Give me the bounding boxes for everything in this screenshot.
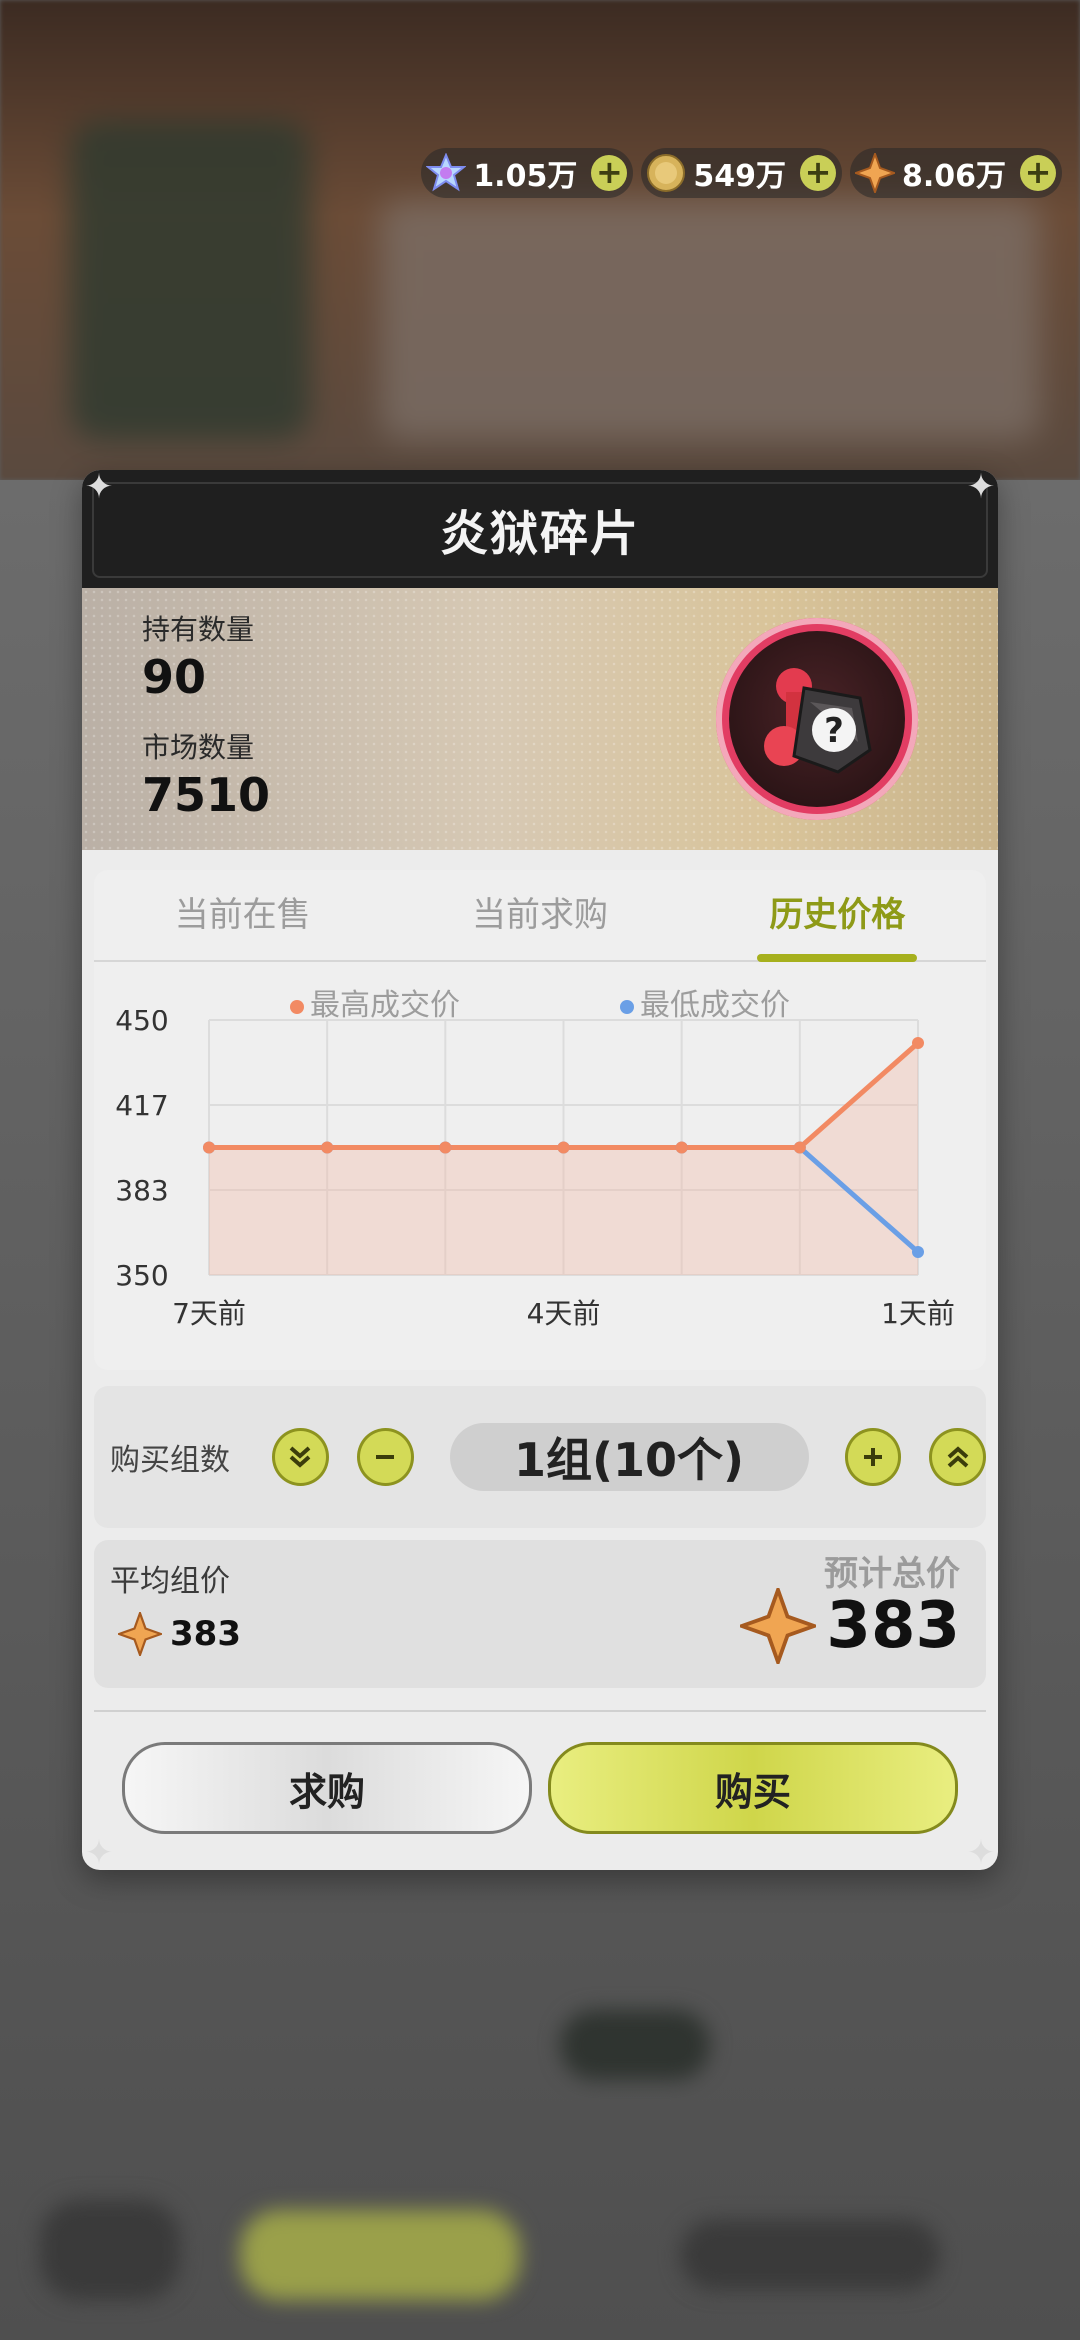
flame-prison-shard-icon: ? <box>729 631 905 807</box>
tab-price-history[interactable]: 历史价格 <box>689 870 986 960</box>
tab-on-sale[interactable]: 当前在售 <box>94 870 391 960</box>
corner-ornament: ✦ <box>84 1833 114 1870</box>
tab-buy-requests[interactable]: 当前求购 <box>391 870 688 960</box>
background-blob <box>560 2010 710 2080</box>
avg-price-value: 383 <box>170 1614 241 1654</box>
crystal-icon <box>425 152 467 194</box>
decrease-max-button[interactable] <box>272 1428 329 1486</box>
high-series-point <box>203 1141 215 1154</box>
request-button[interactable]: 求购 <box>122 1742 532 1834</box>
market-stat: 市场数量 7510 <box>142 726 270 822</box>
buy-button[interactable]: 购买 <box>548 1742 958 1834</box>
avg-price-row: 383 <box>118 1612 241 1656</box>
plus-icon <box>863 1448 882 1466</box>
background-shelf <box>70 120 310 440</box>
high-series-point <box>675 1141 688 1154</box>
y-tick-label: 417 <box>115 1089 168 1122</box>
y-tick-label: 450 <box>115 1010 168 1037</box>
market-value: 7510 <box>142 768 271 822</box>
increase-max-button[interactable] <box>929 1428 987 1486</box>
background-blob <box>680 2220 940 2290</box>
currency-star-shard-value: 8.06万 <box>901 159 1006 194</box>
star-shard-icon <box>118 1612 162 1656</box>
purchase-quantity-row: 购买组数 1组(10个) <box>94 1386 987 1528</box>
x-tick-label: 1天前 <box>881 1297 955 1330</box>
high-series-point <box>793 1141 806 1154</box>
high-series-point <box>321 1141 334 1154</box>
star-shard-icon <box>854 152 896 194</box>
market-label: 市场数量 <box>142 731 255 764</box>
quantity-label: 购买组数 <box>110 1443 230 1478</box>
owned-label: 持有数量 <box>142 613 255 646</box>
y-tick-label: 350 <box>115 1259 168 1292</box>
gold-coin-icon <box>645 152 687 194</box>
owned-stat: 持有数量 90 <box>142 608 254 704</box>
game-background-top <box>0 0 1080 480</box>
owned-value: 90 <box>142 650 207 704</box>
item-info-panel: 持有数量 90 市场数量 7510 ? <box>82 588 998 850</box>
price-history-chart: 450 417 383 3507天前 4天前 1天前 <box>115 1010 955 1330</box>
total-price-value: 383 <box>826 1589 960 1663</box>
low-series-point <box>912 1246 924 1259</box>
double-chevron-down-icon <box>290 1446 311 1468</box>
background-blob <box>40 2200 180 2300</box>
add-gold-button[interactable]: + <box>799 155 836 191</box>
currency-crystal-value: 1.05万 <box>473 159 578 194</box>
high-series-point <box>912 1036 924 1049</box>
dialog-header: 炎狱碎片 <box>82 470 998 588</box>
double-chevron-up-icon <box>947 1446 968 1468</box>
x-tick-label: 4天前 <box>527 1297 601 1330</box>
corner-ornament: ✦ <box>966 470 996 507</box>
minus-icon <box>376 1455 395 1459</box>
price-summary: 平均组价 383 预计总价 383 <box>94 1540 986 1688</box>
increase-button[interactable] <box>844 1428 902 1486</box>
currency-crystal: 1.05万 + <box>421 148 634 198</box>
high-series-point <box>439 1141 452 1154</box>
y-tick-label: 383 <box>115 1174 168 1207</box>
x-tick-label: 7天前 <box>172 1297 246 1330</box>
add-star-shard-button[interactable]: + <box>1020 155 1056 191</box>
currency-star-shard: 8.06万 + <box>849 148 1062 198</box>
svg-text:?: ? <box>824 711 844 751</box>
currency-bar: 1.05万 + 549万 + 8.06万 + <box>421 148 1062 198</box>
item-market-dialog: 炎狱碎片 持有数量 90 市场数量 7510 ? 当前在售 当前求购 历史价格 … <box>82 470 998 1870</box>
dialog-title: 炎狱碎片 <box>439 506 640 562</box>
add-crystal-button[interactable]: + <box>591 155 628 191</box>
currency-gold: 549万 + <box>641 148 842 198</box>
quantity-display[interactable]: 1组(10个) <box>449 1423 809 1491</box>
avg-price-label: 平均组价 <box>110 1564 230 1599</box>
corner-ornament: ✦ <box>84 470 114 507</box>
background-counter <box>380 200 1040 440</box>
currency-gold-value: 549万 <box>693 159 786 194</box>
background-blob <box>240 2210 520 2300</box>
total-price-row: 383 <box>740 1588 960 1664</box>
decrease-button[interactable] <box>356 1428 414 1486</box>
star-shard-icon <box>740 1588 817 1664</box>
item-icon-frame[interactable]: ? <box>716 618 918 820</box>
market-tabs: 当前在售 当前求购 历史价格 <box>94 870 986 962</box>
high-series-point <box>557 1141 570 1154</box>
price-history-card: 当前在售 当前求购 历史价格 最高成交价 最低成交价 450 417 383 350 7… <box>94 870 986 1370</box>
corner-ornament: ✦ <box>966 1833 996 1870</box>
divider <box>94 1710 986 1712</box>
